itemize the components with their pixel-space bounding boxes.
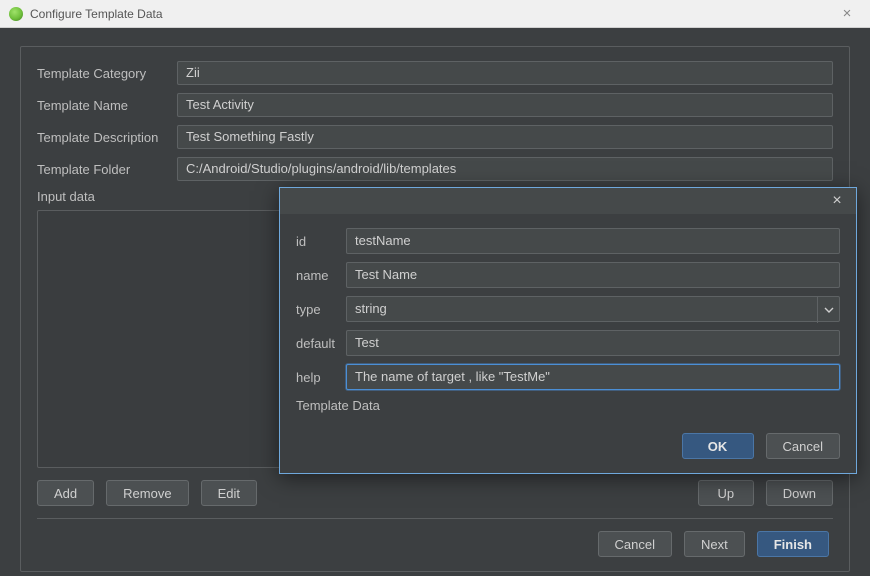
input-id[interactable]: testName [346,228,840,254]
next-button[interactable]: Next [684,531,745,557]
dialog-body: id testName name Test Name type string d… [280,214,856,423]
dialog-cancel-button[interactable]: Cancel [766,433,840,459]
input-template-name[interactable]: Test Activity [177,93,833,117]
row-folder: Template Folder C:/Android/Studio/plugin… [37,157,833,181]
add-button[interactable]: Add [37,480,94,506]
label-type: type [296,302,346,317]
window-title: Configure Template Data [30,7,163,21]
dialog-section-label: Template Data [296,398,840,413]
label-template-folder: Template Folder [37,162,177,177]
main-window: Configure Template Data × Template Categ… [0,0,870,576]
label-help: help [296,370,346,385]
row-description: Template Description Test Something Fast… [37,125,833,149]
up-button[interactable]: Up [698,480,754,506]
dialog-titlebar: × [280,188,856,214]
finish-button[interactable]: Finish [757,531,829,557]
dialog-footer: OK Cancel [280,423,856,473]
input-template-description[interactable]: Test Something Fastly [177,125,833,149]
list-button-row: Add Remove Edit Up Down [37,480,833,506]
wizard-footer: Cancel Next Finish [37,531,833,557]
label-template-category: Template Category [37,66,177,81]
remove-button[interactable]: Remove [106,480,188,506]
chevron-down-icon[interactable] [817,297,839,323]
row-default: default Test [296,330,840,356]
input-help[interactable]: The name of target , like "TestMe" [346,364,840,390]
separator [37,518,833,519]
down-button[interactable]: Down [766,480,833,506]
row-type: type string [296,296,840,322]
row-name-field: name Test Name [296,262,840,288]
titlebar: Configure Template Data × [0,0,870,28]
template-data-dialog: × id testName name Test Name type string [279,187,857,474]
input-default[interactable]: Test [346,330,840,356]
combo-type[interactable]: string [346,296,840,322]
cancel-button[interactable]: Cancel [598,531,672,557]
label-template-description: Template Description [37,130,177,145]
ok-button[interactable]: OK [682,433,754,459]
edit-button[interactable]: Edit [201,480,257,506]
label-default: default [296,336,346,351]
input-template-category[interactable]: Zii [177,61,833,85]
row-name: Template Name Test Activity [37,93,833,117]
dialog-close-icon[interactable]: × [826,190,848,212]
label-id: id [296,234,346,249]
label-name-field: name [296,268,346,283]
label-template-name: Template Name [37,98,177,113]
row-category: Template Category Zii [37,61,833,85]
app-icon [8,6,24,22]
close-icon[interactable]: × [832,5,862,22]
input-name-field[interactable]: Test Name [346,262,840,288]
input-template-folder[interactable]: C:/Android/Studio/plugins/android/lib/te… [177,157,833,181]
row-id: id testName [296,228,840,254]
row-help: help The name of target , like "TestMe" [296,364,840,390]
